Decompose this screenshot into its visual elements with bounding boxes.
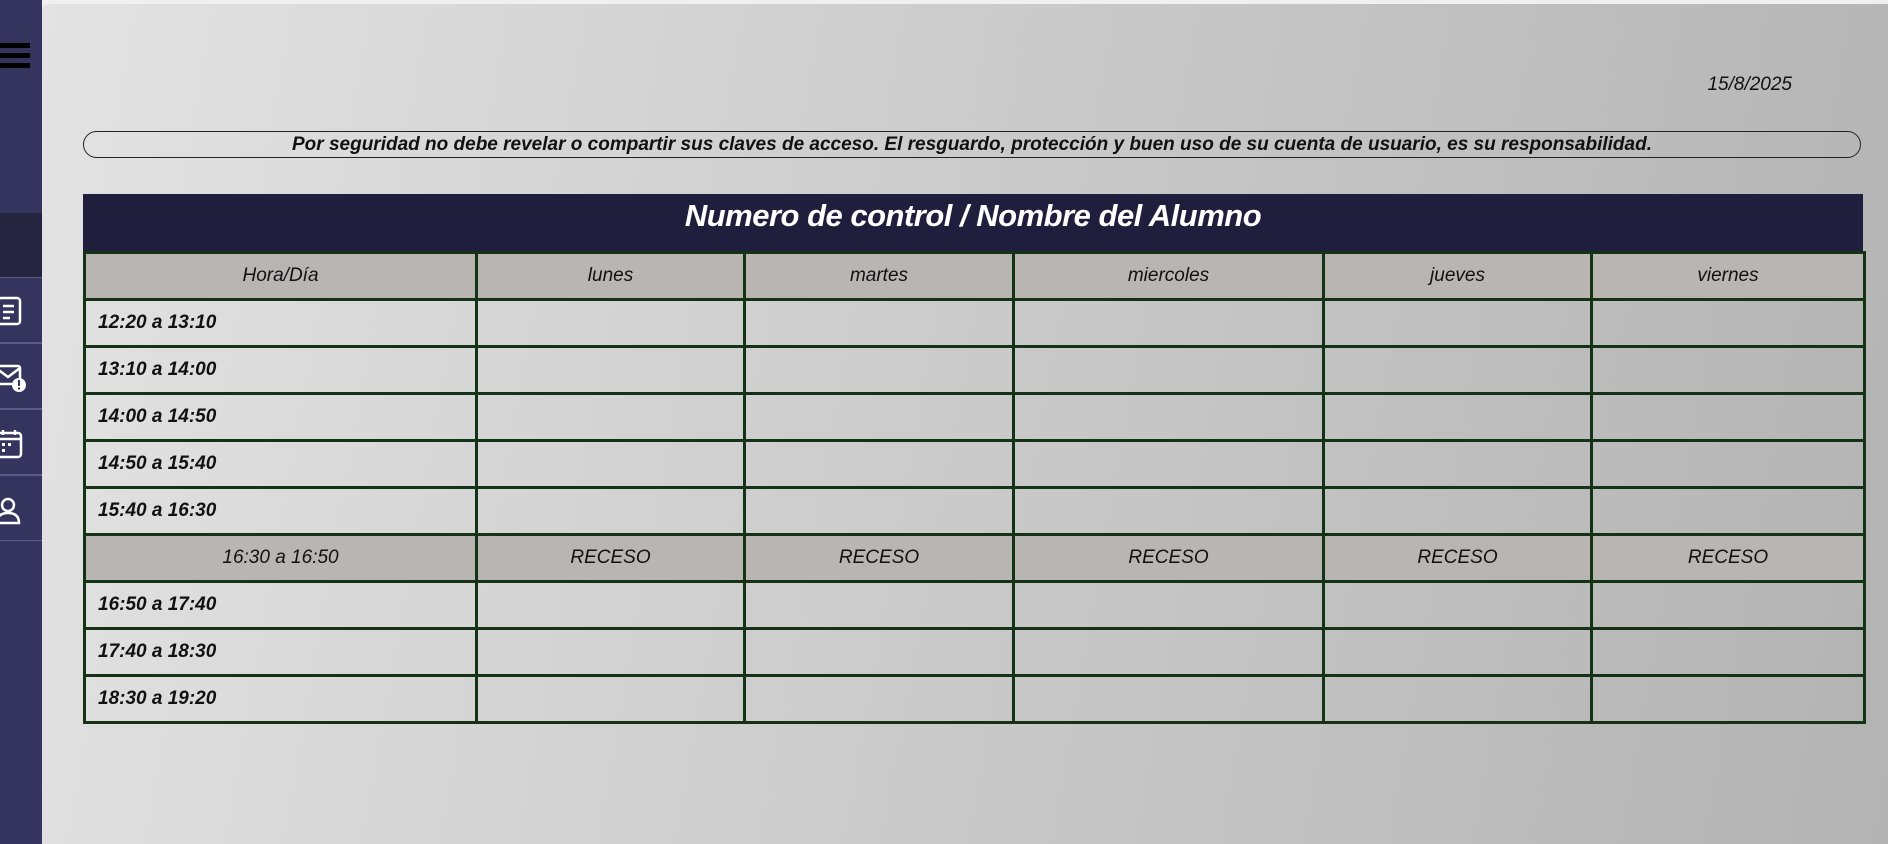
schedule-title: Numero de control / Nombre del Alumno	[83, 194, 1863, 259]
table-row: 14:00 a 14:50	[83, 392, 1866, 442]
schedule-cell	[1012, 627, 1325, 677]
sidebar-active-band	[0, 213, 42, 277]
schedule-cell	[1322, 627, 1593, 677]
schedule-cell	[743, 345, 1015, 395]
column-header: Hora/Día	[83, 251, 478, 301]
schedule-cell	[1322, 345, 1593, 395]
app-window: 15/8/2025 Por seguridad no debe revelar …	[0, 0, 1888, 844]
schedule-cell	[1590, 486, 1866, 536]
main-content: 15/8/2025 Por seguridad no debe revelar …	[42, 4, 1888, 844]
table-row: 16:50 a 17:40	[83, 580, 1866, 630]
schedule-cell	[1012, 392, 1325, 442]
menu-icon[interactable]	[0, 43, 30, 71]
schedule-cell	[1012, 298, 1325, 348]
schedule-cell	[475, 674, 746, 724]
schedule-cell	[475, 345, 746, 395]
user-icon	[0, 497, 21, 525]
column-header: miercoles	[1012, 251, 1325, 301]
schedule-cell	[475, 392, 746, 442]
schedule-cell	[743, 298, 1015, 348]
schedule: Numero de control / Nombre del Alumno Ho…	[83, 194, 1866, 724]
time-slot: 16:50 a 17:40	[83, 580, 478, 630]
time-slot: 14:50 a 15:40	[83, 439, 478, 489]
schedule-cell	[475, 486, 746, 536]
column-header: jueves	[1322, 251, 1593, 301]
schedule-cell	[1012, 345, 1325, 395]
column-header: martes	[743, 251, 1015, 301]
sidebar-item-list[interactable]	[0, 277, 42, 343]
schedule-cell	[743, 674, 1015, 724]
schedule-cell	[1590, 298, 1866, 348]
table-row: 17:40 a 18:30	[83, 627, 1866, 677]
table-row: 13:10 a 14:00	[83, 345, 1866, 395]
sidebar	[0, 0, 42, 844]
sidebar-item-profile[interactable]	[0, 475, 42, 541]
schedule-cell: RECESO	[1322, 533, 1593, 583]
schedule-cell: RECESO	[475, 533, 746, 583]
schedule-cell	[743, 580, 1015, 630]
security-notice: Por seguridad no debe revelar o comparti…	[83, 131, 1861, 158]
time-slot: 18:30 a 19:20	[83, 674, 478, 724]
time-slot: 17:40 a 18:30	[83, 627, 478, 677]
column-header: viernes	[1590, 251, 1866, 301]
schedule-cell	[1590, 392, 1866, 442]
schedule-cell: RECESO	[743, 533, 1015, 583]
schedule-cell	[743, 627, 1015, 677]
schedule-cell	[1012, 580, 1325, 630]
schedule-cell	[1012, 674, 1325, 724]
table-header-row: Hora/Día lunes martes miercoles jueves v…	[83, 251, 1866, 301]
schedule-cell	[743, 486, 1015, 536]
time-slot: 16:30 a 16:50	[83, 533, 478, 583]
schedule-cell	[1590, 627, 1866, 677]
schedule-cell	[1322, 486, 1593, 536]
schedule-cell	[1322, 392, 1593, 442]
schedule-cell: RECESO	[1012, 533, 1325, 583]
column-header: lunes	[475, 251, 746, 301]
sidebar-item-calendar[interactable]	[0, 409, 42, 475]
schedule-cell	[743, 439, 1015, 489]
schedule-cell: RECESO	[1590, 533, 1866, 583]
schedule-cell	[1590, 439, 1866, 489]
mail-alert-icon	[0, 364, 26, 392]
schedule-table: Hora/Día lunes martes miercoles jueves v…	[83, 251, 1866, 724]
table-row: 15:40 a 16:30	[83, 486, 1866, 536]
recess-row: 16:30 a 16:50 RECESO RECESO RECESO RECESO REC…	[83, 533, 1866, 583]
list-icon	[0, 296, 22, 326]
time-slot: 15:40 a 16:30	[83, 486, 478, 536]
schedule-cell	[1322, 580, 1593, 630]
schedule-cell	[1322, 674, 1593, 724]
table-row: 14:50 a 15:40	[83, 439, 1866, 489]
sidebar-item-messages[interactable]	[0, 343, 42, 409]
schedule-cell	[475, 439, 746, 489]
calendar-icon	[0, 430, 23, 459]
time-slot: 12:20 a 13:10	[83, 298, 478, 348]
time-slot: 14:00 a 14:50	[83, 392, 478, 442]
schedule-cell	[1590, 580, 1866, 630]
schedule-cell	[1322, 298, 1593, 348]
current-date: 15/8/2025	[1707, 74, 1792, 95]
table-row: 18:30 a 19:20	[83, 674, 1866, 724]
time-slot: 13:10 a 14:00	[83, 345, 478, 395]
schedule-cell	[1012, 486, 1325, 536]
table-row: 12:20 a 13:10	[83, 298, 1866, 348]
schedule-cell	[475, 627, 746, 677]
schedule-cell	[743, 392, 1015, 442]
schedule-cell	[1590, 674, 1866, 724]
schedule-cell	[475, 580, 746, 630]
schedule-cell	[1012, 439, 1325, 489]
schedule-cell	[475, 298, 746, 348]
schedule-cell	[1590, 345, 1866, 395]
schedule-cell	[1322, 439, 1593, 489]
